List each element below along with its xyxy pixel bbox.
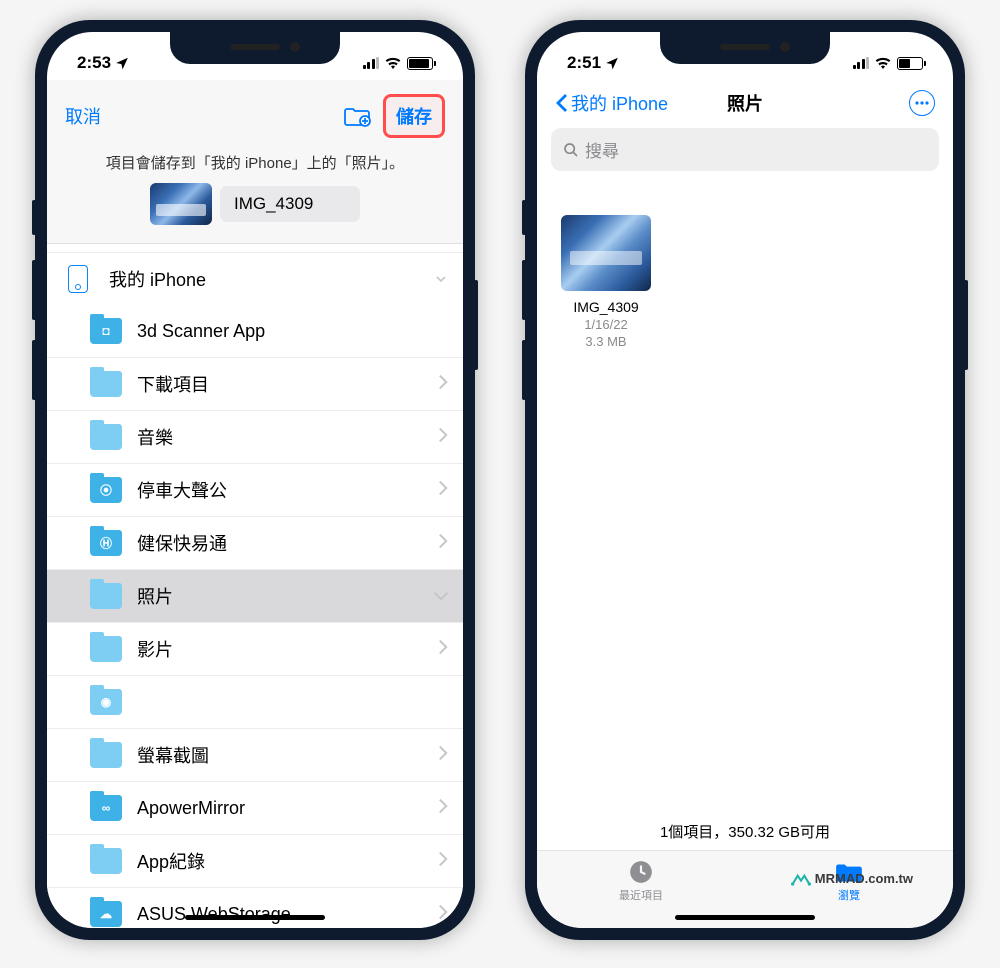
battery-icon [897,57,923,70]
page-title: 照片 [727,90,763,116]
folder-icon [90,424,122,450]
device-row[interactable]: 我的 iPhone [47,252,463,305]
battery-icon [407,57,433,70]
folder-label: 3d Scanner App [137,321,449,342]
search-icon [563,142,579,158]
chevron-icon [437,851,449,872]
more-button[interactable] [909,90,935,116]
chevron-icon [437,533,449,554]
home-indicator[interactable] [675,915,815,920]
folder-label: App紀錄 [137,848,437,874]
ellipsis-icon [915,101,929,105]
folder-icon: ∞ [90,795,122,821]
chevron-icon [437,904,449,925]
search-input[interactable]: 搜尋 [551,128,939,171]
folder-row[interactable]: 音樂 [47,411,463,464]
folder-list: 我的 iPhone ◘ 3d Scanner App 下載項目音樂 ⦿ 停車大聲公 Ⓗ 健保… [47,252,463,928]
folder-label: 螢幕截圖 [137,742,437,768]
clock-icon [626,859,656,885]
folder-icon [90,371,122,397]
folder-row[interactable]: ☁ ASUS WebStorage [47,888,463,928]
phone-left: 2:53 取消 儲存 項目會儲存到「我的 iPhone」上的「照片」。 IMG_… [35,20,475,940]
chevron-icon [437,427,449,448]
folder-label: 健保快易通 [137,530,437,556]
status-time: 2:51 [567,53,601,73]
folder-row[interactable]: 下載項目 [47,358,463,411]
folder-icon: ☁ [90,901,122,927]
signal-icon [853,57,870,69]
file-thumbnail [150,183,212,225]
folder-label: 下載項目 [137,371,437,397]
folder-label: 停車大聲公 [137,477,437,503]
folder-row[interactable]: ∞ ApowerMirror [47,782,463,835]
folder-label: 音樂 [137,424,437,450]
chevron-icon [437,639,449,660]
home-indicator[interactable] [185,915,325,920]
chevron-icon [437,480,449,501]
folder-icon: ⦿ [90,477,122,503]
back-button[interactable]: 我的 iPhone [555,90,668,116]
folder-label: ASUS WebStorage [137,904,437,925]
wifi-icon [875,57,891,69]
folder-row[interactable]: 影片 [47,623,463,676]
folder-row[interactable]: ◘ 3d Scanner App [47,305,463,358]
file-item[interactable]: IMG_4309 1/16/22 3.3 MB [561,215,651,351]
folder-row[interactable]: ◉ [47,676,463,729]
chevron-icon [437,798,449,819]
folder-row[interactable]: 螢幕截圖 [47,729,463,782]
file-thumbnail [561,215,651,291]
folder-icon: ◉ [90,689,122,715]
chevron-down-icon [433,271,449,287]
folder-row[interactable]: 照片 [47,570,463,623]
folder-label: 影片 [137,636,437,662]
file-grid: IMG_4309 1/16/22 3.3 MB [537,185,953,381]
folder-icon: ◘ [90,318,122,344]
file-size: 3.3 MB [561,334,651,351]
watermark: MRMAD.com.tw [791,871,913,886]
location-icon [605,56,619,70]
new-folder-icon[interactable] [343,105,371,127]
folder-row[interactable]: Ⓗ 健保快易通 [47,517,463,570]
folder-icon [90,583,122,609]
save-sheet-header: 取消 儲存 項目會儲存到「我的 iPhone」上的「照片」。 IMG_4309 [47,80,463,244]
filename-input[interactable]: IMG_4309 [220,186,360,222]
chevron-left-icon [555,93,569,113]
folder-row[interactable]: App紀錄 [47,835,463,888]
folder-row[interactable]: ⦿ 停車大聲公 [47,464,463,517]
phone-right: 2:51 我的 iPhone 照片 搜尋 [525,20,965,940]
folder-icon [90,636,122,662]
folder-icon [90,848,122,874]
status-time: 2:53 [77,53,111,73]
cancel-button[interactable]: 取消 [65,103,101,129]
location-icon [115,56,129,70]
save-destination-text: 項目會儲存到「我的 iPhone」上的「照片」。 [47,148,463,183]
signal-icon [363,57,380,69]
folder-label: 照片 [137,583,433,609]
chevron-icon [437,745,449,766]
device-label: 我的 iPhone [109,266,433,292]
folder-icon: Ⓗ [90,530,122,556]
chevron-icon [433,586,449,607]
storage-status: 1個項目，350.32 GB可用 [537,821,953,842]
wifi-icon [385,57,401,69]
save-button[interactable]: 儲存 [383,94,445,138]
chevron-icon [437,374,449,395]
iphone-icon [68,265,88,293]
file-date: 1/16/22 [561,317,651,334]
nav-bar: 我的 iPhone 照片 [537,80,953,124]
file-name: IMG_4309 [561,299,651,315]
folder-label: ApowerMirror [137,798,437,819]
folder-icon [90,742,122,768]
